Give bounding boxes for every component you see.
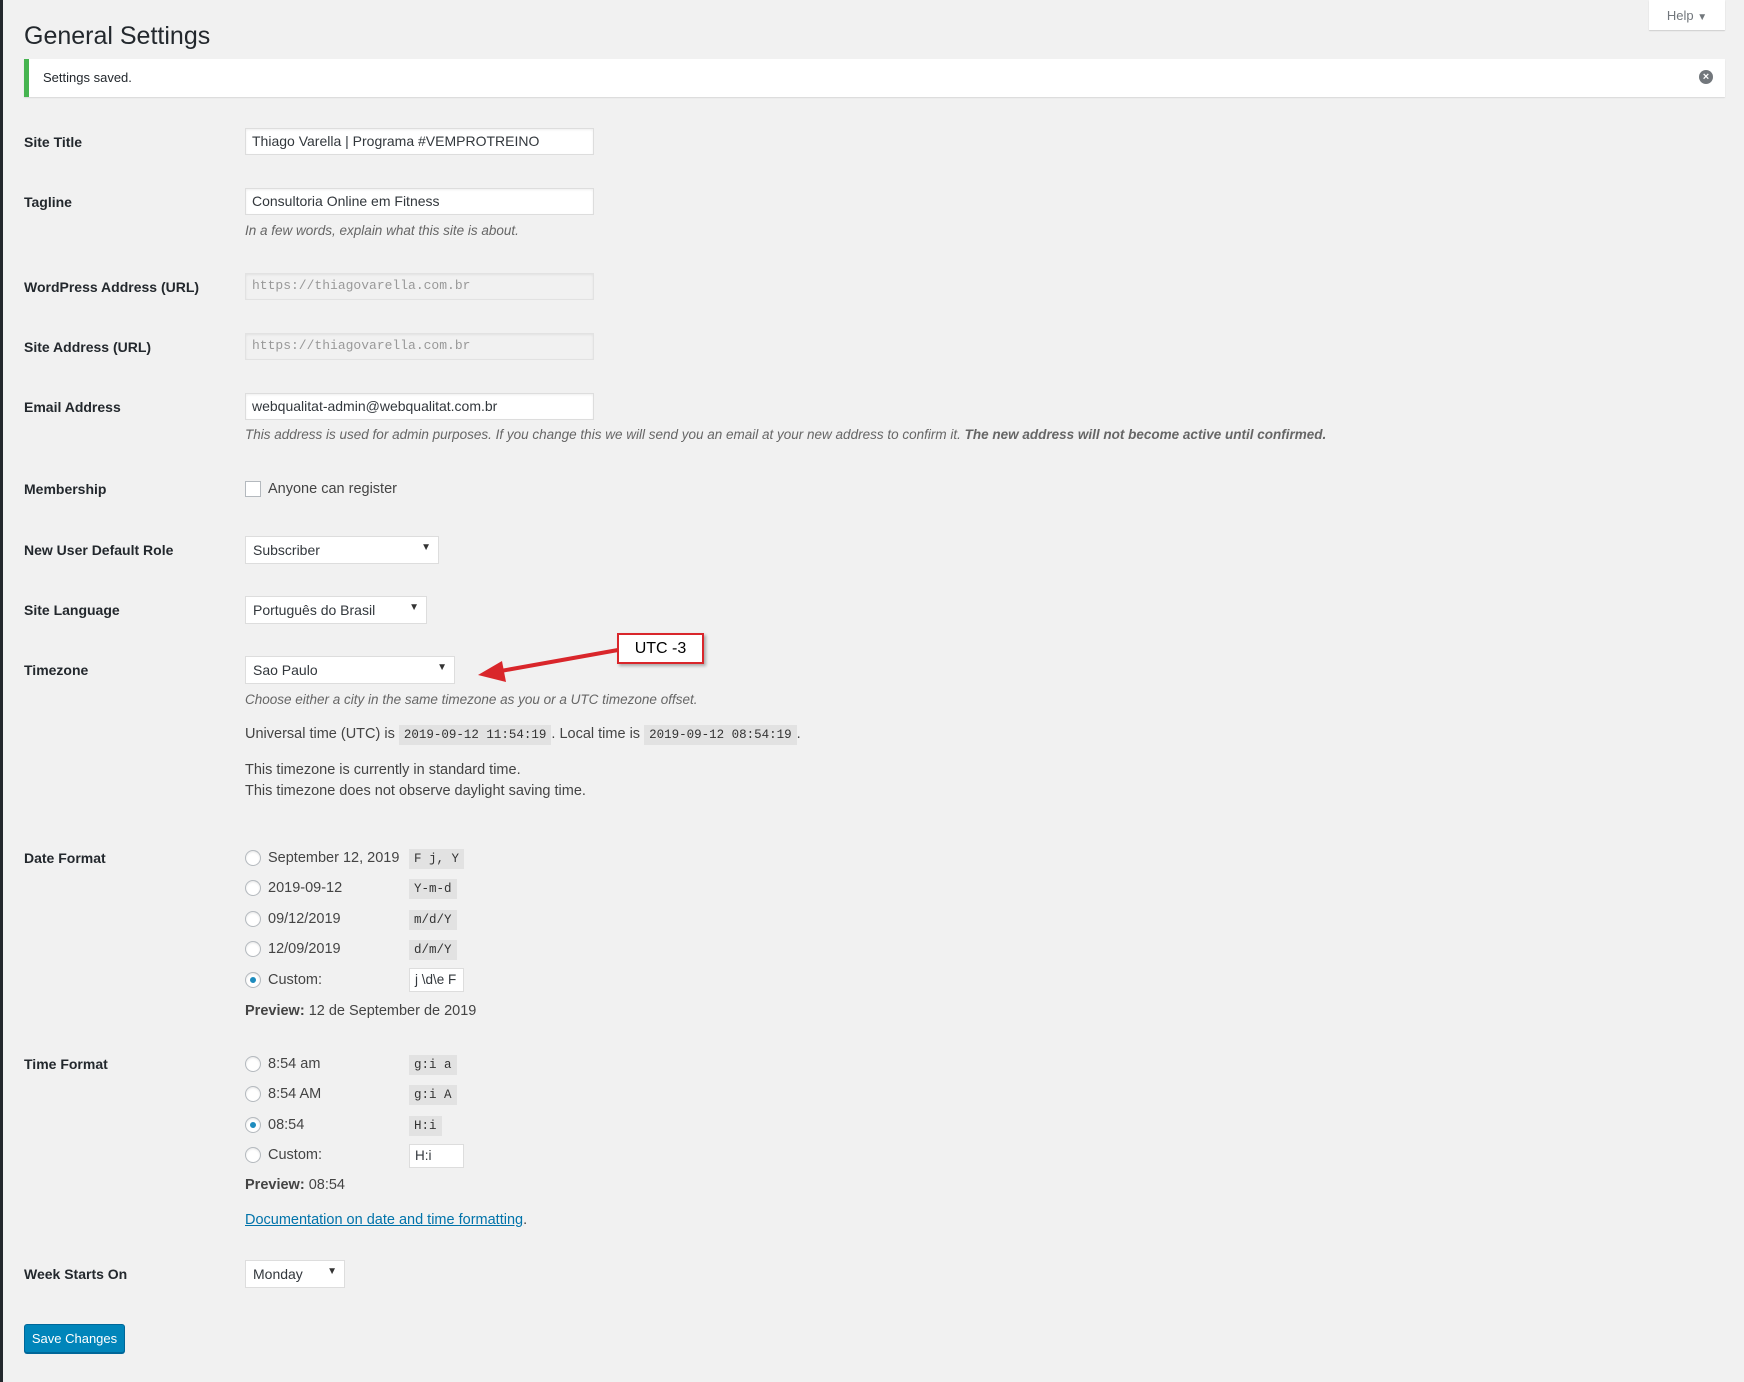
utc-prefix: Universal time (UTC) is	[245, 726, 395, 742]
time-format-custom-label[interactable]: Custom:	[268, 1147, 322, 1163]
site-language-label: Site Language	[24, 602, 120, 618]
date-format-radio-4[interactable]	[245, 941, 261, 957]
date-format-radio-3[interactable]	[245, 911, 261, 927]
email-description-bold: The new address will not become active u…	[964, 427, 1327, 442]
date-format-option-1[interactable]: September 12, 2019	[268, 850, 399, 866]
date-format-option-2[interactable]: 2019-09-12	[268, 880, 342, 896]
time-preview-label: Preview:	[245, 1177, 305, 1193]
chevron-down-icon: ▼	[421, 542, 431, 553]
default-role-label: New User Default Role	[24, 542, 174, 558]
site-title-label: Site Title	[24, 134, 83, 150]
site-language-select[interactable]: Português do Brasil ▼	[245, 596, 427, 624]
help-tab-button[interactable]: Help ▼	[1649, 0, 1725, 30]
date-format-custom-label[interactable]: Custom:	[268, 972, 322, 988]
timezone-label: Timezone	[24, 662, 89, 678]
email-input[interactable]: webqualitat-admin@webqualitat.com.br	[245, 393, 594, 420]
date-format-code-3: m/d/Y	[409, 910, 457, 930]
week-starts-label: Week Starts On	[24, 1266, 128, 1282]
time-format-code-2: g:i A	[409, 1085, 457, 1105]
dst-note: This timezone does not observe daylight …	[245, 783, 586, 799]
utc-offset-callout: UTC -3	[617, 633, 704, 664]
date-format-radio-2[interactable]	[245, 880, 261, 896]
site-address-label: Site Address (URL)	[24, 339, 152, 355]
week-starts-select[interactable]: Monday ▼	[245, 1260, 345, 1288]
local-prefix: . Local time is	[551, 726, 641, 742]
date-format-option-3[interactable]: 09/12/2019	[268, 911, 341, 927]
chevron-down-icon: ▼	[409, 602, 419, 613]
time-format-radio-custom[interactable]	[245, 1147, 261, 1163]
local-time: 2019-09-12 08:54:19	[644, 725, 797, 745]
timezone-select[interactable]: Sao Paulo ▼	[245, 656, 455, 684]
red-arrow-annotation	[478, 648, 619, 682]
date-preview-value: 12 de September de 2019	[308, 1003, 477, 1019]
time-format-option-3[interactable]: 08:54	[268, 1117, 304, 1133]
time-format-radio-3[interactable]	[245, 1117, 261, 1133]
week-starts-value: Monday	[253, 1266, 303, 1282]
settings-saved-notice: Settings saved. ×	[24, 59, 1725, 97]
date-format-custom-input[interactable]: j \d\e F	[409, 968, 464, 992]
chevron-down-icon: ▼	[437, 662, 447, 673]
notice-text: Settings saved.	[43, 70, 132, 85]
date-format-code-2: Y-m-d	[409, 879, 457, 899]
time-format-option-2[interactable]: 8:54 AM	[268, 1086, 321, 1102]
email-description: This address is used for admin purposes.…	[245, 427, 1326, 442]
default-role-select[interactable]: Subscriber ▼	[245, 536, 439, 564]
time-format-radio-1[interactable]	[245, 1056, 261, 1072]
date-preview: Preview: 12 de September de 2019	[245, 1003, 476, 1019]
time-format-option-1[interactable]: 8:54 am	[268, 1056, 320, 1072]
wp-address-label: WordPress Address (URL)	[24, 279, 200, 295]
site-title-input[interactable]: Thiago Varella | Programa #VEMPROTREINO	[245, 128, 594, 155]
time-format-code-1: g:i a	[409, 1055, 457, 1075]
time-readout: Universal time (UTC) is 2019-09-12 11:54…	[245, 725, 801, 745]
date-format-radio-custom[interactable]	[245, 972, 261, 988]
documentation-link[interactable]: Documentation on date and time formattin…	[245, 1212, 523, 1228]
caret-down-icon: ▼	[1697, 12, 1708, 23]
date-format-option-4[interactable]: 12/09/2019	[268, 941, 341, 957]
standard-time-note: This timezone is currently in standard t…	[245, 762, 521, 778]
doc-suffix: .	[523, 1212, 528, 1228]
site-address-input[interactable]: https://thiagovarella.com.br	[245, 333, 594, 360]
site-language-value: Português do Brasil	[253, 602, 376, 618]
time-format-code-3: H:i	[409, 1116, 442, 1136]
time-preview-value: 08:54	[308, 1177, 345, 1193]
time-format-radio-2[interactable]	[245, 1086, 261, 1102]
dismiss-notice-icon[interactable]: ×	[1699, 70, 1713, 84]
timezone-value: Sao Paulo	[253, 662, 318, 678]
default-role-value: Subscriber	[253, 542, 320, 558]
admin-sidebar-edge	[0, 0, 3, 1382]
anyone-can-register-checkbox[interactable]	[245, 481, 261, 497]
local-suffix: .	[796, 726, 801, 742]
chevron-down-icon: ▼	[327, 1266, 337, 1277]
page-title: General Settings	[24, 22, 211, 50]
date-preview-label: Preview:	[245, 1003, 305, 1019]
documentation-line: Documentation on date and time formattin…	[245, 1212, 527, 1228]
date-format-code-1: F j, Y	[409, 849, 465, 869]
help-label: Help	[1666, 8, 1694, 23]
membership-label: Membership	[24, 481, 107, 497]
date-format-code-4: d/m/Y	[409, 940, 457, 960]
tagline-description: In a few words, explain what this site i…	[245, 223, 519, 238]
save-changes-button[interactable]: Save Changes	[24, 1324, 125, 1353]
time-format-label: Time Format	[24, 1056, 108, 1072]
time-format-custom-input[interactable]: H:i	[409, 1144, 464, 1168]
email-description-text: This address is used for admin purposes.…	[245, 427, 961, 442]
anyone-can-register-label[interactable]: Anyone can register	[268, 481, 397, 497]
email-label: Email Address	[24, 399, 121, 415]
date-format-label: Date Format	[24, 850, 106, 866]
wp-address-input[interactable]: https://thiagovarella.com.br	[245, 273, 594, 300]
date-format-radio-1[interactable]	[245, 850, 261, 866]
timezone-description: Choose either a city in the same timezon…	[245, 692, 698, 707]
tagline-input[interactable]: Consultoria Online em Fitness	[245, 188, 594, 215]
time-preview: Preview: 08:54	[245, 1177, 345, 1193]
tagline-label: Tagline	[24, 194, 72, 210]
utc-time: 2019-09-12 11:54:19	[398, 725, 552, 745]
